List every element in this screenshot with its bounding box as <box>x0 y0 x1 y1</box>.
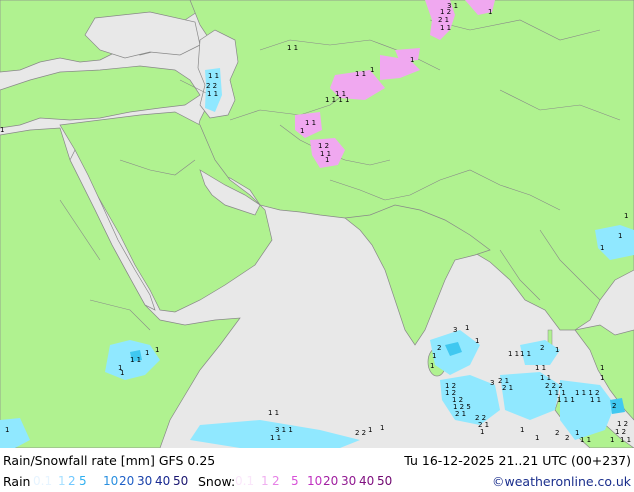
rain-legend-value-4: 10 <box>103 474 119 488</box>
rain-legend-label: Rain <box>3 474 31 489</box>
snow-legend-value-6: 30 <box>341 474 357 488</box>
rain-legend-value-3: 5 <box>79 474 87 488</box>
title-row: Rain/Snowfall rate [mm] GFS 0.25 Tu 16-1… <box>3 451 631 471</box>
marker: 1 <box>600 244 604 252</box>
marker: 1 <box>475 337 479 345</box>
marker: 1 1 <box>268 409 279 417</box>
marker: 2 1 <box>455 410 466 418</box>
marker: 1 <box>520 426 524 434</box>
snow-legend-value-3: 5 <box>291 474 299 488</box>
marker: 2 1 <box>438 16 449 24</box>
marker: 1 1 <box>270 434 281 442</box>
marker: 3 1 1 <box>275 426 293 434</box>
marker: 1 2 <box>318 142 329 150</box>
marker: 1 <box>480 428 484 436</box>
marker: 1 <box>555 346 559 354</box>
marker: 1 1 1 <box>557 396 575 404</box>
snow-legend-value-4: 10 <box>307 474 323 488</box>
snow-legend-label: Snow: <box>198 474 236 489</box>
snow-legend-value-0: 0.1 <box>235 474 255 488</box>
marker: 1 2 <box>617 420 628 428</box>
marker: 1 1 <box>540 374 551 382</box>
marker: 2 <box>437 344 441 352</box>
marker: 1 <box>300 127 304 135</box>
legend-row: Rain 0.1 1 2 5 10 20 30 40 50 Snow: 0.1 1 2 5 10 20 30… <box>3 472 631 492</box>
map-canvas: 3 1 1 2 2 1 1 1 1 1 1 1 1 1 1 1 1 1 1 1 … <box>0 0 634 448</box>
map-title: Rain/Snowfall rate [mm] GFS 0.25 <box>3 453 216 468</box>
marker: 2 2 <box>355 429 366 437</box>
marker: 3 <box>453 326 457 334</box>
rain-legend-value-2: 2 <box>68 474 76 488</box>
marker: 1 <box>0 126 4 134</box>
marker: 1 <box>535 434 539 442</box>
forecast-datetime: Tu 16-12-2025 21..21 UTC (00+237) <box>404 453 631 468</box>
marker: 1 <box>5 426 9 434</box>
snow-legend-value-7: 40 <box>359 474 375 488</box>
snow-legend-value-8: 50 <box>377 474 393 488</box>
rain-legend-value-8: 50 <box>173 474 189 488</box>
marker: 1 <box>432 352 436 360</box>
marker: 1 1 1 1 <box>325 96 350 104</box>
rain-legend-value-6: 30 <box>137 474 153 488</box>
marker: 1 1 <box>130 356 141 364</box>
marker: 1 <box>465 324 469 332</box>
marker: 1 1 <box>535 364 546 372</box>
snow-legend-value-2: 2 <box>272 474 280 488</box>
marker: 1 1 <box>287 44 298 52</box>
marker: 1 <box>600 364 604 372</box>
marker: 1 <box>145 349 149 357</box>
marker: 1 <box>575 429 579 437</box>
marker: 2 2 <box>206 82 217 90</box>
marker: 1 <box>618 232 622 240</box>
rain-legend-value-5: 20 <box>119 474 135 488</box>
rain-legend-value-7: 40 <box>155 474 171 488</box>
marker: 1 1 <box>580 436 591 444</box>
marker: 3 <box>490 379 494 387</box>
marker: 1 2 <box>440 8 451 16</box>
marker: 2 1 <box>502 384 513 392</box>
marker: 2 <box>565 434 569 442</box>
rain-legend-value-0: 0.1 <box>33 474 53 488</box>
marker: 1 <box>380 424 384 432</box>
marker: 1 1 <box>520 350 531 358</box>
snow-legend-value-5: 20 <box>323 474 339 488</box>
marker: 1 1 <box>590 396 601 404</box>
marker: 1 <box>325 156 329 164</box>
rain-legend-value-1: 1 <box>58 474 66 488</box>
marker: 2 <box>540 344 544 352</box>
marker: 2 <box>612 402 616 410</box>
marker: 1 <box>600 374 604 382</box>
marker: 1 1 <box>207 90 218 98</box>
marker: 1 1 <box>508 350 519 358</box>
marker: 1 1 <box>355 70 366 78</box>
precipitation-map[interactable]: 3 1 1 2 2 1 1 1 1 1 1 1 1 1 1 1 1 1 1 1 … <box>0 0 634 448</box>
snow-legend-value-1: 1 <box>261 474 269 488</box>
marker: 1 1 <box>305 119 316 127</box>
marker: 1 <box>410 56 414 64</box>
marker: 1 <box>624 212 628 220</box>
marker: 1 1 <box>620 436 631 444</box>
marker: 1 <box>370 66 374 74</box>
marker: 1 1 <box>208 72 219 80</box>
marker: 2 <box>555 429 559 437</box>
marker: 1 <box>368 426 372 434</box>
marker: 1 1 <box>440 24 451 32</box>
marker: 1 <box>155 346 159 354</box>
marker: 1 <box>430 362 434 370</box>
marker: 1 <box>610 436 614 444</box>
credit-link[interactable]: ©weatheronline.co.uk <box>492 474 631 489</box>
marker: 1 <box>488 8 492 16</box>
marker: 1 2 <box>615 428 626 436</box>
info-bar: Rain/Snowfall rate [mm] GFS 0.25 Tu 16-1… <box>0 448 634 490</box>
marker: 1 <box>120 369 124 377</box>
